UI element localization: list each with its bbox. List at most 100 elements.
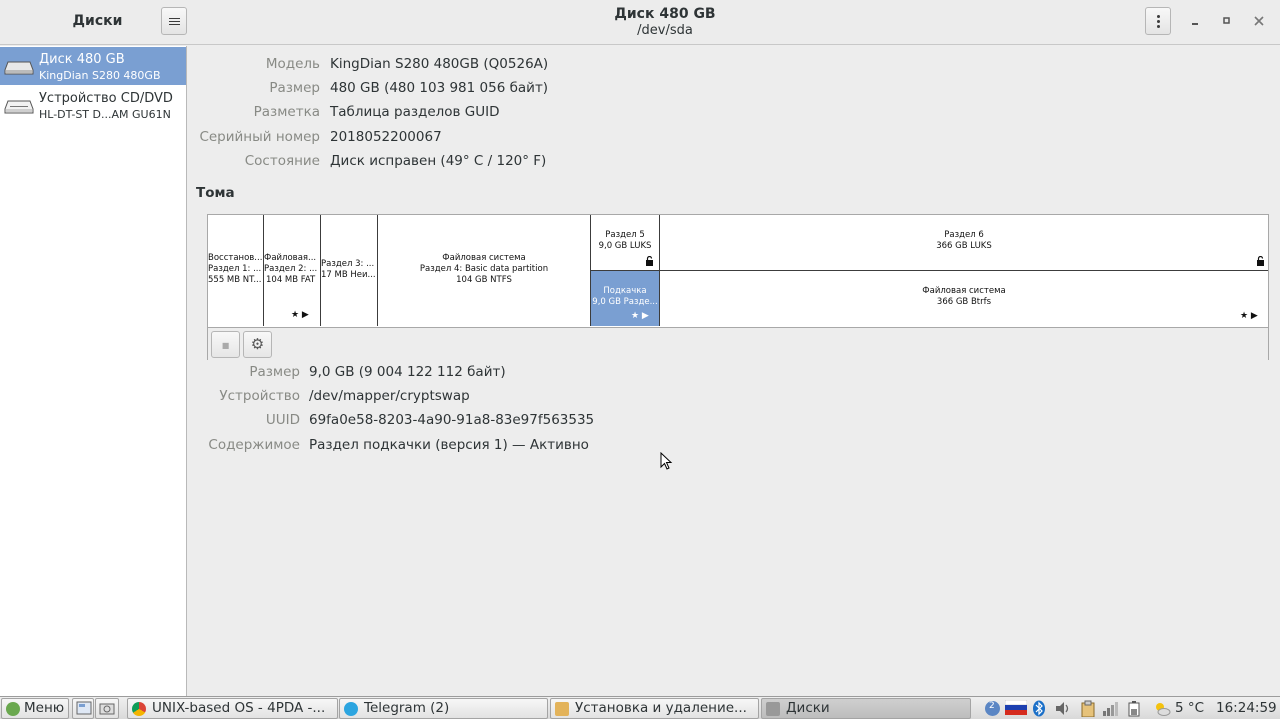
volume-settings-button[interactable]: ⚙ (243, 331, 272, 358)
prop-value: Диск исправен (49° C / 120° F) (330, 153, 547, 169)
hdd-icon (4, 61, 34, 75)
task-browser[interactable]: UNIX-based OS - 4PDA -... (127, 698, 338, 719)
unlocked-icon (1257, 256, 1264, 266)
package-icon (555, 702, 569, 716)
partition-line: 366 GB Btrfs (936, 297, 992, 307)
bluetooth-icon (1033, 700, 1045, 717)
prop-value: KingDian S280 480GB (Q0526A) (330, 56, 549, 72)
menu-button[interactable] (161, 7, 187, 35)
mounted-star-play-icon: ★ ▶ (291, 310, 309, 320)
partition-3[interactable]: Раздел 3: ... 17 MB Неи... (321, 215, 378, 326)
hamburger-icon (168, 20, 180, 22)
volume-swap[interactable]: Подкачка 9,0 GB Разде... ★ ▶ (591, 271, 660, 326)
prop-value: /dev/mapper/cryptswap (309, 388, 470, 404)
telegram-icon (344, 702, 358, 716)
prop-value: 2018052200067 (330, 129, 442, 145)
task-software[interactable]: Установка и удаление... (550, 698, 759, 719)
optical-drive-icon (4, 100, 34, 114)
clipboard-tray[interactable] (1079, 700, 1097, 718)
taskbar: Меню UNIX-based OS - 4PDA -... Telegram … (0, 696, 1280, 719)
maximize-button[interactable] (1218, 12, 1236, 30)
maximize-icon (1223, 17, 1230, 24)
partition-line: Подкачка (603, 286, 647, 296)
drive-options-button[interactable] (1145, 7, 1171, 35)
partition-5-luks[interactable]: Раздел 5 9,0 GB LUKS (591, 215, 660, 271)
volume-tray[interactable] (1054, 700, 1072, 717)
drive-detail: KingDian S280 480GB (39, 69, 161, 82)
prop-label: Устройство (219, 388, 300, 404)
clock[interactable]: 16:24:59 (1216, 698, 1277, 719)
prop-value: Таблица разделов GUID (330, 104, 500, 120)
window-title-area: Диск 480 GB /dev/sda (190, 5, 1140, 39)
keyboard-layout[interactable] (1004, 699, 1028, 717)
drives-sidebar: Диск 480 GB KingDian S280 480GB Устройст… (0, 46, 187, 696)
partition-line: Файловая... (264, 253, 317, 263)
signal-icon (1103, 702, 1118, 716)
partition-line: Раздел 1: ... (208, 264, 262, 274)
drive-detail: HL-DT-ST D...AM GU61N (39, 108, 171, 121)
prop-label: Размер (249, 364, 300, 380)
gears-icon: ⚙ (250, 335, 265, 353)
task-disks[interactable]: Диски (761, 698, 971, 719)
task-label: Установка и удаление... (575, 700, 747, 716)
prop-label: Содержимое (208, 437, 300, 453)
battery-icon (1128, 701, 1140, 717)
drive-name: Устройство CD/DVD (39, 91, 173, 106)
battery-tray[interactable] (1127, 700, 1143, 717)
prop-value: 9,0 GB (9 004 122 112 байт) (309, 364, 506, 380)
file-manager-launcher[interactable] (95, 698, 119, 719)
partition-line: Восстанов... (208, 253, 263, 263)
partition-line: 104 GB NTFS (456, 275, 512, 285)
partition-line: Раздел 3: ... (321, 259, 375, 269)
mounted-star-play-icon: ★ ▶ (631, 311, 649, 321)
partition-1[interactable]: Восстанов... Раздел 1: ... 555 MB NT... (208, 215, 264, 326)
start-menu-button[interactable]: Меню (1, 698, 69, 719)
menu-label: Меню (24, 700, 65, 716)
partition-line: 9,0 GB LUKS (598, 241, 652, 251)
volumes-title: Тома (196, 185, 235, 201)
task-label: Диски (786, 700, 830, 716)
partition-6-luks[interactable]: Раздел 6 366 GB LUKS (660, 215, 1268, 271)
task-telegram[interactable]: Telegram (2) (339, 698, 548, 719)
weather-tray[interactable] (1153, 700, 1171, 717)
partition-2[interactable]: Файловая... Раздел 2: ... 104 MB FAT ★ ▶ (264, 215, 321, 326)
drive-name: Диск 480 GB (39, 52, 125, 67)
network-tray[interactable] (1101, 700, 1119, 717)
kebab-icon (1156, 19, 1160, 23)
volume-btrfs[interactable]: Файловая система 366 GB Btrfs ★ ▶ (660, 271, 1268, 326)
stop-button[interactable]: ■ (211, 331, 240, 358)
prop-label: Состояние (244, 153, 320, 169)
minimize-button[interactable] (1186, 12, 1204, 30)
window-title: Диск 480 GB (614, 6, 716, 22)
partition-4[interactable]: Файловая система Раздел 4: Basic data pa… (378, 215, 591, 326)
updates-tray[interactable]: 2 (984, 700, 1001, 717)
partition-line: Файловая система (442, 253, 526, 263)
task-label: Telegram (2) (364, 700, 450, 716)
close-button[interactable] (1250, 12, 1268, 30)
partition-line: 555 MB NT... (208, 275, 262, 285)
close-icon (1254, 16, 1264, 26)
sidebar-item-cd-dvd[interactable]: Устройство CD/DVD HL-DT-ST D...AM GU61N (0, 86, 186, 124)
tray-badge: 2 (989, 701, 995, 711)
partition-line: Раздел 5 (605, 230, 645, 240)
partition-line: Раздел 6 (944, 230, 984, 240)
camera-icon (99, 703, 115, 715)
volumes-graph: Восстанов... Раздел 1: ... 555 MB NT... … (207, 214, 1269, 360)
bluetooth-tray[interactable] (1032, 700, 1048, 717)
drive-details-pane: Модель KingDian S280 480GB (Q0526A) Разм… (188, 46, 1280, 696)
russian-flag-icon (1004, 699, 1028, 715)
weather-temp[interactable]: 5 °C (1175, 698, 1204, 719)
show-desktop-button[interactable] (72, 698, 94, 719)
window-subtitle: /dev/sda (637, 23, 693, 38)
prop-label: Серийный номер (199, 129, 320, 145)
chrome-icon (132, 702, 146, 716)
sidebar-item-disk-480[interactable]: Диск 480 GB KingDian S280 480GB (0, 47, 186, 85)
speaker-icon (1056, 702, 1069, 715)
task-label: UNIX-based OS - 4PDA -... (152, 700, 326, 716)
volume-toolbar: ■ ⚙ (208, 327, 1268, 360)
partition-line: 17 MB Неи... (321, 270, 376, 280)
mint-logo-icon (6, 702, 20, 716)
mounted-star-play-icon: ★ ▶ (1240, 311, 1258, 321)
unlocked-icon (646, 256, 653, 266)
title-bar: Диски Диск 480 GB /dev/sda (0, 0, 1280, 45)
